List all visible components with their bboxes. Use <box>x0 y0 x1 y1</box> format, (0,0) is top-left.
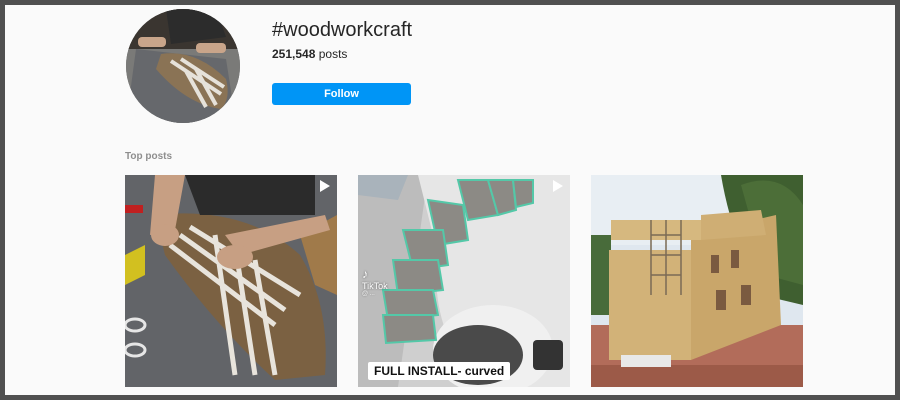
post-tile-3[interactable] <box>591 175 803 387</box>
hashtag-title: #woodworkcraft <box>272 19 413 41</box>
hashtag-avatar <box>126 9 240 123</box>
post-3-image <box>591 175 803 387</box>
post-tile-1[interactable] <box>125 175 337 387</box>
post-count: 251,548 posts <box>272 47 347 61</box>
post-caption: FULL INSTALL- curved <box>368 362 511 380</box>
top-posts-heading: Top posts <box>125 151 173 162</box>
post-tile-2[interactable]: ♪ TikTok @ ... FULL INSTALL- curved <box>358 175 570 387</box>
tiktok-label: TikTok <box>362 281 388 291</box>
post-2-image <box>358 175 570 387</box>
page: #woodworkcraft 251,548 posts Follow Top … <box>5 5 895 395</box>
tiktok-watermark: ♪ TikTok @ ... <box>362 267 388 297</box>
post-1-image <box>125 175 337 387</box>
follow-button[interactable]: Follow <box>272 83 411 105</box>
post-count-suffix: posts <box>315 47 348 61</box>
play-icon <box>553 180 563 192</box>
tiktok-handle: @ ... <box>362 291 375 297</box>
post-count-number: 251,548 <box>272 47 316 61</box>
avatar-image <box>126 9 240 123</box>
tiktok-icon: ♪ <box>362 267 368 281</box>
play-icon <box>320 180 330 192</box>
